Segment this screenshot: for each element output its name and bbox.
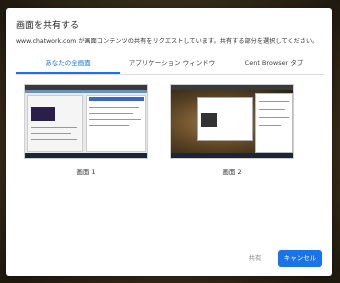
share-source-tabs: あなたの全画面 アプリケーション ウィンドウ Cent Browser タブ	[16, 53, 324, 75]
tab-browser-tab[interactable]: Cent Browser タブ	[224, 53, 324, 73]
active-tab-indicator	[16, 72, 120, 74]
dialog-title: 画面を共有する	[16, 21, 80, 31]
screen-option-1[interactable]: 画面 1	[24, 84, 148, 176]
cancel-button[interactable]: キャンセル	[278, 250, 322, 267]
tab-application-window[interactable]: アプリケーション ウィンドウ	[120, 53, 224, 73]
screen-option-2[interactable]: 画面 2	[170, 84, 294, 176]
screen-2-thumbnail	[170, 84, 294, 159]
share-button[interactable]: 共有	[242, 250, 268, 267]
screen-1-thumbnail	[24, 84, 148, 159]
tab-entire-screen[interactable]: あなたの全画面	[16, 53, 120, 73]
screen-1-label: 画面 1	[76, 168, 96, 176]
dialog-subtitle: www.chatwork.com が画面コンテンツの共有をリクエストしています。…	[16, 38, 319, 45]
screen-share-dialog: 画面を共有する www.chatwork.com が画面コンテンツの共有をリクエ…	[6, 8, 332, 276]
screen-2-label: 画面 2	[222, 168, 242, 176]
